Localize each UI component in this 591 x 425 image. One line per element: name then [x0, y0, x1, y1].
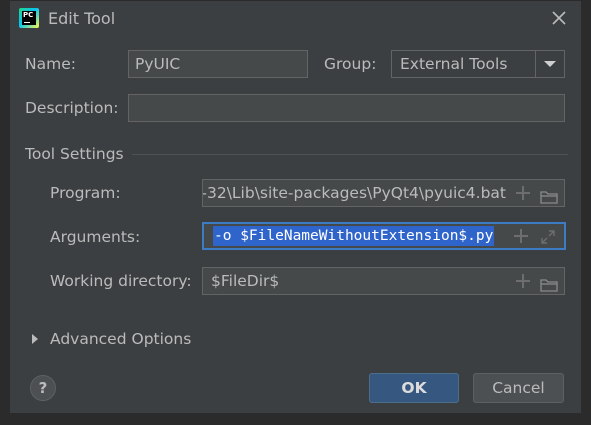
dropdown-button[interactable] — [535, 51, 564, 77]
tool-settings-heading: Tool Settings — [25, 145, 124, 163]
name-input[interactable]: PyUIC — [128, 50, 308, 78]
cancel-button[interactable]: Cancel — [473, 373, 564, 403]
close-icon[interactable] — [551, 10, 567, 26]
arguments-value: -o $FileNameWithoutExtension$.py — [213, 226, 495, 246]
arguments-label: Arguments: — [50, 228, 141, 246]
description-input[interactable] — [128, 94, 565, 122]
description-label: Description: — [25, 99, 119, 117]
advanced-options-label: Advanced Options — [50, 330, 192, 348]
expand-icon[interactable] — [540, 228, 556, 244]
working-directory-label: Working directory: — [50, 272, 192, 290]
insert-macro-plus-icon[interactable] — [516, 186, 530, 200]
arguments-input[interactable]: -o $FileNameWithoutExtension$.py — [202, 222, 566, 250]
group-select[interactable]: External Tools — [391, 50, 565, 78]
dialog-title: Edit Tool — [48, 9, 116, 28]
ok-button[interactable]: OK — [369, 373, 459, 403]
folder-icon[interactable] — [540, 186, 558, 204]
working-directory-input[interactable]: $FileDir$ — [202, 267, 565, 295]
program-label: Program: — [50, 184, 121, 202]
working-directory-value: $FileDir$ — [211, 272, 280, 290]
edit-tool-dialog: PC Edit Tool Name: PyUIC Group: External… — [9, 0, 582, 414]
group-select-value: External Tools — [400, 55, 508, 73]
chevron-right-icon — [32, 334, 38, 344]
name-label: Name: — [25, 55, 76, 73]
chevron-down-icon — [544, 61, 556, 67]
pycharm-app-icon: PC — [19, 8, 39, 28]
program-input[interactable]: '-32\Lib\site-packages\PyQt4\pyuic4.bat — [202, 179, 565, 207]
insert-macro-plus-icon[interactable] — [516, 274, 530, 288]
insert-macro-plus-icon[interactable] — [514, 229, 528, 243]
app-icon-text: PC — [22, 11, 36, 25]
group-label: Group: — [324, 55, 377, 73]
program-value: '-32\Lib\site-packages\PyQt4\pyuic4.bat — [202, 184, 506, 202]
title-bar: PC Edit Tool — [10, 1, 581, 37]
section-divider — [132, 154, 568, 155]
folder-icon[interactable] — [540, 274, 558, 292]
help-button[interactable]: ? — [30, 375, 56, 401]
